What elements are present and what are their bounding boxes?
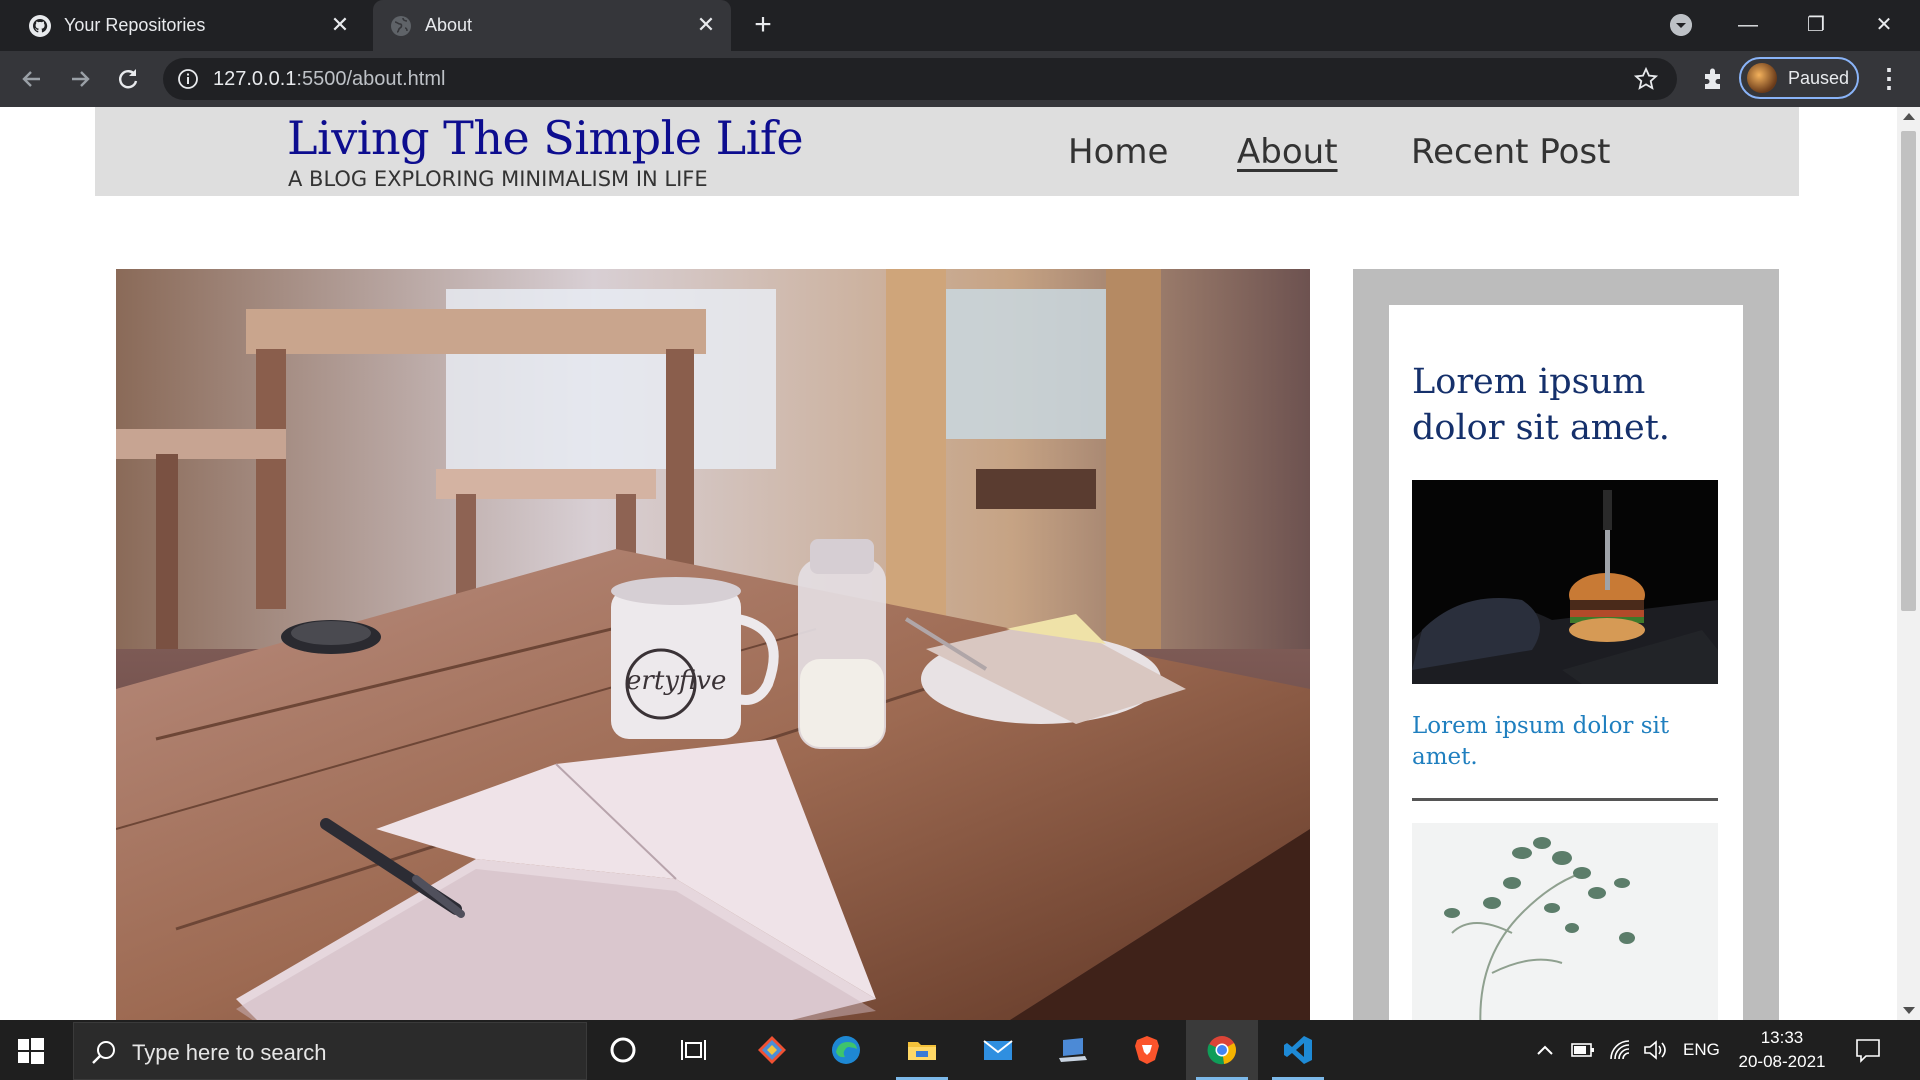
site-tagline: A BLOG EXPLORING MINIMALISM IN LIFE: [288, 167, 708, 191]
clock-date: 20-08-2021: [1738, 1052, 1826, 1071]
volume-icon[interactable]: [1642, 1038, 1668, 1062]
plant-thumbnail[interactable]: [1412, 823, 1718, 1020]
chrome-menu-icon[interactable]: ⋮: [1876, 63, 1902, 93]
windows-start-icon[interactable]: [16, 1036, 46, 1066]
search-placeholder: Type here to search: [132, 1040, 327, 1065]
tab-about[interactable]: About ✕: [373, 0, 731, 51]
close-tab-icon[interactable]: ✕: [693, 12, 719, 38]
task-view-button[interactable]: [659, 1020, 731, 1080]
tab-title: About: [425, 15, 473, 35]
bookmark-star-icon[interactable]: [1633, 66, 1659, 92]
extensions-puzzle-icon[interactable]: [1700, 65, 1726, 91]
vertical-scrollbar[interactable]: [1897, 107, 1920, 1020]
vscode-icon: [1284, 1036, 1312, 1064]
brave-app-button[interactable]: [1111, 1020, 1183, 1080]
address-bar[interactable]: 127.0.0.1:5500/about.html: [163, 58, 1677, 100]
sidebar: Lorem ipsum dolor sit amet. Lorem ipsum …: [1353, 269, 1779, 1020]
tab-title: Your Repositories: [64, 15, 206, 35]
browser-toolbar: 127.0.0.1:5500/about.html Paused ⋮: [0, 51, 1920, 107]
cortana-icon: [610, 1037, 636, 1063]
language-indicator[interactable]: ENG: [1683, 1040, 1720, 1064]
task-view-icon: [681, 1040, 706, 1060]
nav-about-link[interactable]: About: [1237, 132, 1338, 172]
globe-icon: [391, 16, 411, 36]
git-app-button[interactable]: [736, 1020, 808, 1080]
tab-search-icon[interactable]: [1670, 14, 1692, 36]
site-header: Living The Simple Life A BLOG EXPLORING …: [95, 107, 1799, 196]
back-icon[interactable]: [16, 63, 48, 95]
sidebar-heading: Lorem ipsum dolor sit amet.: [1412, 362, 1670, 448]
battery-icon[interactable]: [1570, 1040, 1596, 1060]
sidebar-post-link[interactable]: Lorem ipsum dolor sit amet.: [1412, 711, 1712, 773]
cortana-button[interactable]: [587, 1020, 659, 1080]
forward-icon[interactable]: [64, 63, 96, 95]
avatar: [1747, 63, 1777, 93]
new-tab-icon[interactable]: +: [748, 10, 778, 40]
restore-icon[interactable]: ❐: [1796, 8, 1836, 42]
chrome-icon: [1207, 1036, 1236, 1065]
git-icon: [758, 1036, 786, 1064]
page-viewport: Living The Simple Life A BLOG EXPLORING …: [0, 107, 1897, 1020]
laptop-app-button[interactable]: [1037, 1020, 1109, 1080]
site-info-icon[interactable]: [177, 68, 199, 90]
minimize-icon[interactable]: —: [1728, 8, 1768, 42]
nav-home-link[interactable]: Home: [1068, 132, 1168, 172]
mail-icon: [983, 1040, 1013, 1060]
notification-center-icon[interactable]: [1854, 1036, 1882, 1064]
sidebar-card: Lorem ipsum dolor sit amet. Lorem ipsum …: [1389, 305, 1743, 1020]
sidebar-divider: [1412, 798, 1718, 801]
hero-cafe-photo: ertyfive: [116, 269, 1310, 1020]
profile-status: Paused: [1788, 68, 1850, 88]
edge-app-button[interactable]: [810, 1020, 882, 1080]
svg-text:ertyfive: ertyfive: [626, 666, 726, 696]
edge-icon: [832, 1036, 860, 1064]
wifi-icon[interactable]: [1608, 1038, 1632, 1062]
github-icon: [29, 15, 51, 37]
close-window-icon[interactable]: ✕: [1864, 8, 1904, 42]
file-explorer-icon: [908, 1042, 936, 1060]
tab-your-repositories[interactable]: Your Repositories ✕: [12, 0, 365, 51]
tab-strip: Your Repositories ✕ About ✕ + — ❐ ✕: [0, 0, 1920, 51]
url-text[interactable]: 127.0.0.1:5500/about.html: [213, 68, 445, 91]
chrome-app-button[interactable]: [1186, 1020, 1258, 1080]
brave-icon: [1135, 1036, 1159, 1064]
scroll-thumb[interactable]: [1901, 131, 1916, 611]
burger-thumbnail[interactable]: [1412, 480, 1718, 684]
scroll-down-arrow-icon[interactable]: [1903, 1007, 1915, 1014]
search-icon: [92, 1041, 115, 1064]
vscode-app-button[interactable]: [1262, 1020, 1334, 1080]
close-tab-icon[interactable]: ✕: [327, 12, 353, 38]
nav-recent-post-link[interactable]: Recent Post: [1411, 132, 1610, 172]
reload-icon[interactable]: [112, 63, 144, 95]
laptop-icon: [1059, 1038, 1087, 1062]
url-host: 127.0.0.1: [213, 68, 297, 90]
show-hidden-icons-chevron-up-icon[interactable]: [1535, 1042, 1555, 1058]
site-title[interactable]: Living The Simple Life: [287, 111, 804, 165]
taskbar-search-box[interactable]: Type here to search: [73, 1022, 587, 1080]
scroll-up-arrow-icon[interactable]: [1903, 113, 1915, 120]
profile-button[interactable]: Paused: [1739, 57, 1859, 99]
url-path: :5500/about.html: [296, 68, 446, 90]
mail-app-button[interactable]: [962, 1020, 1034, 1080]
taskbar-clock[interactable]: 13:33 20-08-2021: [1734, 1026, 1830, 1074]
clock-time: 13:33: [1760, 1028, 1804, 1047]
file-explorer-app-button[interactable]: [886, 1020, 958, 1080]
windows-taskbar: Type here to search ENG 13:33 20-08-2021: [0, 1020, 1920, 1080]
